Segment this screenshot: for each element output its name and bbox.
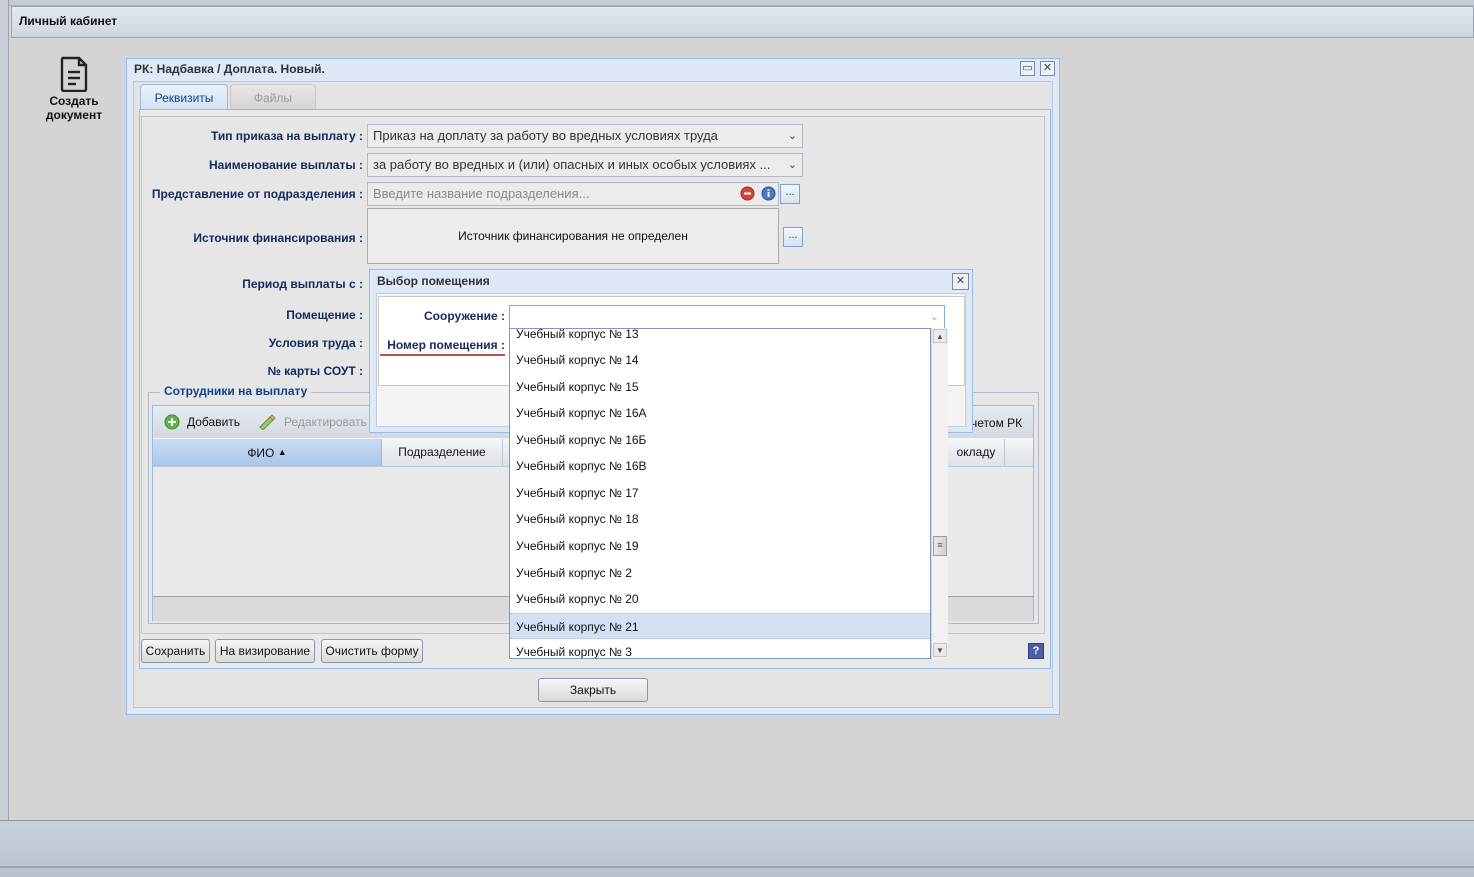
list-item[interactable]: Учебный корпус № 13 [510, 329, 930, 347]
payment-name-label: Наименование выплаты : [209, 158, 363, 172]
list-item[interactable]: Учебный корпус № 17 [510, 480, 930, 506]
bottom-bar [0, 820, 1474, 877]
add-staff-label: Добавить [187, 415, 241, 429]
period-label: Период выплаты с : [242, 277, 363, 291]
send-for-approval-button[interactable]: На визирование [215, 639, 315, 663]
tab-requisites[interactable]: Реквизиты [140, 84, 228, 110]
close-icon[interactable]: ✕ [1040, 61, 1055, 76]
scroll-down-icon[interactable]: ▼ [933, 643, 947, 657]
staff-legend: Сотрудники на выплату [160, 384, 312, 398]
edit-staff-label: Редактировать [284, 415, 367, 429]
room-number-label: Номер помещения : [380, 338, 505, 356]
help-icon[interactable]: ? [1028, 643, 1044, 659]
bottom-divider [0, 866, 1474, 868]
list-item[interactable]: Учебный корпус № 16В [510, 453, 930, 479]
app-title: Личный кабинет [19, 14, 118, 28]
funding-label: Источник финансирования : [193, 231, 363, 245]
list-scrollbar[interactable]: ▲ ≡ ▼ [931, 328, 948, 659]
list-item[interactable]: Учебный корпус № 15 [510, 374, 930, 400]
funding-value: Источник финансирования не определен [367, 208, 779, 264]
maximize-icon[interactable]: ▭ [1020, 61, 1035, 76]
toolbar-right-label[interactable]: четом РК [971, 416, 1022, 430]
column-header-department[interactable]: Подразделение [382, 439, 503, 466]
list-item[interactable]: Учебный корпус № 20 [510, 586, 930, 612]
list-item[interactable]: Учебный корпус № 3 [510, 639, 930, 658]
room-label: Помещение : [286, 308, 363, 322]
list-item[interactable]: Учебный корпус № 16А [510, 400, 930, 426]
close-button[interactable]: Закрыть [538, 678, 648, 702]
left-splitter[interactable] [0, 0, 9, 820]
structure-select[interactable]: ⌄ [509, 305, 945, 329]
edit-staff-button[interactable]: Редактировать [252, 410, 374, 434]
chevron-down-icon[interactable]: ⌄ [930, 310, 939, 323]
department-placeholder: Введите название подразделения... [373, 186, 590, 201]
tab-files[interactable]: Файлы [230, 84, 316, 110]
structure-options-list[interactable]: Учебный корпус № 13 Учебный корпус № 14 … [509, 328, 931, 659]
column-fio-label: ФИО [247, 446, 275, 460]
department-label: Представление от подразделения : [151, 187, 363, 201]
funding-picker-button[interactable]: ... [783, 227, 803, 247]
structure-label: Сооружение : [424, 309, 505, 323]
chevron-down-icon[interactable]: ⌄ [788, 125, 797, 147]
payment-name-select[interactable]: за работу во вредных и (или) опасных и и… [367, 153, 803, 177]
list-item-highlighted[interactable]: Учебный корпус № 21 [510, 613, 930, 639]
order-type-value: Приказ на доплату за работу во вредных у… [373, 128, 718, 143]
order-type-label: Тип приказа на выплату : [210, 129, 363, 143]
scroll-up-icon[interactable]: ▲ [933, 329, 947, 343]
room-dialog-title: Выбор помещения [377, 274, 490, 288]
create-document-shortcut[interactable]: Создать документ [36, 56, 112, 122]
add-icon [164, 414, 180, 430]
list-item[interactable]: Учебный корпус № 14 [510, 347, 930, 373]
list-item[interactable]: Учебный корпус № 16Б [510, 427, 930, 453]
sort-asc-icon: ▲ [277, 447, 287, 457]
column-header-salary[interactable]: окладу [948, 439, 1005, 466]
clear-form-button[interactable]: Очистить форму [321, 639, 423, 663]
create-document-label-line2: документ [45, 108, 103, 122]
save-button[interactable]: Сохранить [141, 639, 210, 663]
info-icon[interactable] [761, 186, 776, 201]
list-item[interactable]: Учебный корпус № 2 [510, 560, 930, 586]
list-item[interactable]: Учебный корпус № 18 [510, 506, 930, 532]
clear-icon[interactable] [740, 186, 755, 201]
department-picker-button[interactable]: ... [780, 184, 800, 204]
work-conditions-label: Условия труда : [268, 336, 363, 350]
column-header-fio[interactable]: ФИО ▲ [153, 439, 382, 466]
chevron-down-icon[interactable]: ⌄ [788, 154, 797, 176]
header-bar [11, 6, 1474, 38]
window-title: РК: Надбавка / Доплата. Новый. [134, 62, 325, 76]
list-item[interactable]: Учебный корпус № 19 [510, 533, 930, 559]
department-input[interactable]: Введите название подразделения... [367, 182, 779, 206]
create-document-label-line1: Создать [49, 94, 99, 108]
sout-card-label: № карты СОУТ : [267, 364, 363, 378]
order-type-select[interactable]: Приказ на доплату за работу во вредных у… [367, 124, 803, 148]
scrollbar-thumb[interactable]: ≡ [933, 536, 947, 556]
document-icon [60, 56, 88, 92]
close-icon[interactable]: ✕ [952, 273, 969, 290]
pencil-icon [259, 414, 276, 430]
payment-name-value: за работу во вредных и (или) опасных и и… [373, 157, 771, 172]
